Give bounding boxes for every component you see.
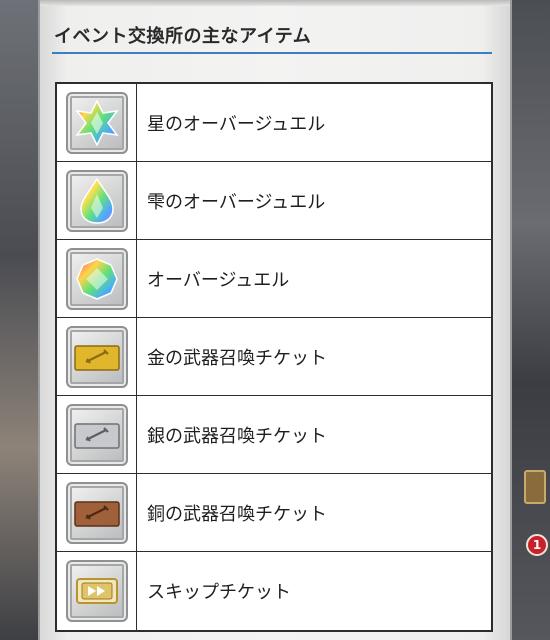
table-row: 銅の武器召喚チケット <box>57 474 491 552</box>
title-underline <box>52 52 492 54</box>
table-row: スキップチケット <box>57 552 491 630</box>
silver-weapon-summon-ticket-icon <box>65 403 128 466</box>
table-row: 雫のオーバージュエル <box>57 162 491 240</box>
item-name: 雫のオーバージュエル <box>147 191 326 213</box>
background-chest-icon <box>524 470 546 504</box>
item-name: オーバージュエル <box>147 269 290 291</box>
table-row: 星のオーバージュエル <box>57 84 491 162</box>
drop-over-jewel-icon <box>65 169 128 232</box>
item-name: スキップチケット <box>147 582 291 603</box>
icon-cell <box>57 396 137 473</box>
table-row: オーバージュエル <box>57 240 491 318</box>
table-row: 金の武器召喚チケット <box>57 318 491 396</box>
over-jewel-icon <box>65 247 128 310</box>
icon-cell <box>57 162 137 239</box>
skip-ticket-icon <box>65 560 128 622</box>
gold-weapon-summon-ticket-icon <box>65 325 128 388</box>
item-table: 星のオーバージュエル 雫のオーバージュエル オーバージュエル 金の武器召喚チケッ… <box>55 82 493 632</box>
table-row: 銀の武器召喚チケット <box>57 396 491 474</box>
item-name: 金の武器召喚チケット <box>147 347 327 369</box>
item-name: 銅の武器召喚チケット <box>147 503 327 525</box>
section-title: イベント交換所の主なアイテム <box>54 26 312 47</box>
notification-badge[interactable]: 1 <box>526 534 548 556</box>
panel-top-edge <box>40 0 510 6</box>
background-left <box>0 0 40 640</box>
bronze-weapon-summon-ticket-icon <box>65 481 128 544</box>
event-exchange-panel: イベント交換所の主なアイテム 星のオーバージュエル 雫のオーバージュエル オーバ… <box>38 0 512 640</box>
icon-cell <box>57 240 137 317</box>
star-over-jewel-icon <box>65 91 128 154</box>
icon-cell <box>57 552 137 630</box>
icon-cell <box>57 318 137 395</box>
item-name: 銀の武器召喚チケット <box>147 425 327 447</box>
item-name: 星のオーバージュエル <box>147 113 326 135</box>
icon-cell <box>57 84 137 161</box>
icon-cell <box>57 474 137 551</box>
